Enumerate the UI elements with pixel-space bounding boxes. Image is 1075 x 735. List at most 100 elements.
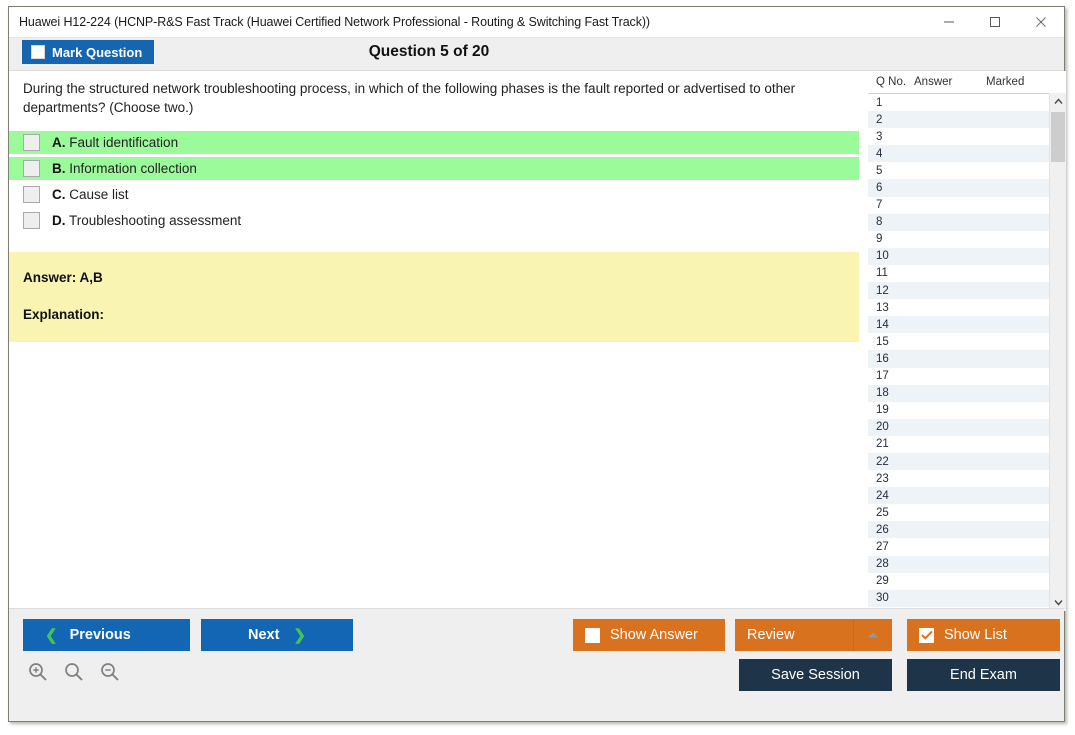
question-list-row[interactable]: 29: [868, 573, 1066, 590]
question-list-row[interactable]: 24: [868, 487, 1066, 505]
previous-button[interactable]: ❮ Previous: [23, 619, 190, 651]
question-list-row-number: 3: [876, 130, 883, 143]
scroll-up-button[interactable]: [1050, 93, 1066, 110]
question-list-row[interactable]: 16: [868, 350, 1066, 368]
chevron-up-icon: [1053, 98, 1063, 104]
question-list-row[interactable]: 2: [868, 111, 1066, 129]
scrollbar-thumb[interactable]: [1051, 112, 1065, 162]
option-a-text: Fault identification: [69, 135, 179, 151]
option-row-d[interactable]: D. Troubleshooting assessment: [9, 209, 859, 232]
option-b-letter: B.: [52, 161, 66, 177]
question-list-row-number: 2: [876, 113, 883, 126]
question-list-row-number: 30: [876, 592, 889, 605]
question-list-row[interactable]: 21: [868, 436, 1066, 453]
question-list-row-number: 14: [876, 318, 889, 331]
option-row-b[interactable]: B. Information collection: [9, 157, 859, 181]
zoom-reset-icon: [65, 663, 83, 681]
question-list-row[interactable]: 1: [868, 94, 1066, 111]
question-list-row[interactable]: 9: [868, 231, 1066, 248]
save-session-label: Save Session: [771, 667, 860, 683]
option-b-checkbox[interactable]: [23, 160, 40, 178]
question-list-row-number: 21: [876, 438, 889, 451]
question-list-row[interactable]: 25: [868, 504, 1066, 521]
caret-up-icon: [868, 632, 878, 638]
show-answer-checkbox-icon: [585, 627, 600, 643]
option-a-letter: A.: [52, 135, 66, 151]
option-a-checkbox[interactable]: [23, 134, 40, 152]
option-row-a[interactable]: A. Fault identification: [9, 131, 859, 155]
question-list-rows[interactable]: 1 2 3 4 5 6 7 8 9 10 11 12 13 14 15 16 17 18 19 20 21 22 23 24 2…: [868, 94, 1066, 612]
question-list-row-number: 17: [876, 370, 889, 383]
body-split: During the structured network troublesho…: [9, 71, 1066, 612]
question-list-row[interactable]: 20: [868, 418, 1066, 436]
review-dropdown-button[interactable]: Review: [735, 619, 892, 651]
question-list-row[interactable]: 5: [868, 162, 1066, 179]
question-list-row-number: 8: [876, 216, 883, 229]
question-list-row[interactable]: 26: [868, 521, 1066, 539]
question-list-row[interactable]: 10: [868, 247, 1066, 265]
show-list-button[interactable]: Show List: [907, 619, 1060, 651]
option-a-label: A. Fault identification: [52, 135, 178, 150]
show-answer-button[interactable]: Show Answer: [573, 619, 725, 651]
question-list-row[interactable]: 30: [868, 589, 1066, 607]
question-list-row[interactable]: 4: [868, 145, 1066, 163]
option-c-text: Cause list: [69, 187, 129, 203]
question-list-row[interactable]: 14: [868, 316, 1066, 334]
chevron-down-icon: [1053, 600, 1063, 606]
previous-label: Previous: [69, 627, 131, 643]
question-pane: During the structured network troublesho…: [9, 71, 859, 611]
minimize-button[interactable]: [926, 7, 972, 37]
question-list-row[interactable]: 27: [868, 538, 1066, 555]
option-row-c[interactable]: C. Cause list: [9, 183, 859, 206]
title-bar: Huawei H12-224 (HCNP-R&S Fast Track (Hua…: [9, 7, 1064, 38]
question-list-row[interactable]: 11: [868, 265, 1066, 282]
question-list-row-number: 29: [876, 575, 889, 588]
column-header-marked: Marked: [986, 76, 1025, 88]
next-button[interactable]: Next ❯: [201, 619, 353, 651]
question-list-row[interactable]: 18: [868, 384, 1066, 402]
option-c-label: C. Cause list: [52, 187, 129, 202]
question-list-row[interactable]: 6: [868, 179, 1066, 197]
question-list-row-number: 5: [876, 164, 883, 177]
question-list-row[interactable]: 12: [868, 282, 1066, 300]
show-answer-label: Show Answer: [610, 627, 698, 643]
option-b-text: Information collection: [69, 161, 197, 177]
zoom-in-icon: [29, 663, 47, 681]
zoom-in-button[interactable]: [25, 659, 51, 685]
question-list-row-number: 13: [876, 301, 889, 314]
option-c-checkbox[interactable]: [23, 186, 40, 204]
chevron-right-icon: ❯: [293, 626, 306, 644]
question-list-row-number: 12: [876, 284, 889, 297]
zoom-reset-button[interactable]: [61, 659, 87, 685]
question-list-scrollbar[interactable]: [1049, 93, 1066, 611]
zoom-out-button[interactable]: [97, 659, 123, 685]
application-window: Huawei H12-224 (HCNP-R&S Fast Track (Hua…: [8, 6, 1066, 722]
window-controls: [926, 7, 1064, 37]
checkmark-icon: [920, 630, 933, 640]
question-list-row[interactable]: 23: [868, 470, 1066, 487]
question-list-row[interactable]: 17: [868, 368, 1066, 385]
save-session-button[interactable]: Save Session: [739, 659, 892, 691]
review-dropdown-arrow[interactable]: [853, 619, 892, 651]
question-list-row[interactable]: 22: [868, 452, 1066, 471]
question-list-row[interactable]: 13: [868, 299, 1066, 316]
question-list-row-number: 16: [876, 352, 889, 365]
question-list-row[interactable]: 8: [868, 213, 1066, 231]
close-button[interactable]: [1018, 7, 1064, 37]
explanation-label: Explanation:: [23, 307, 105, 323]
zoom-controls: [25, 659, 123, 685]
end-exam-button[interactable]: End Exam: [907, 659, 1060, 691]
question-list-row-number: 18: [876, 387, 889, 400]
question-list-header: Q No. Answer Marked: [868, 71, 1066, 94]
close-icon: [1036, 17, 1046, 27]
maximize-button[interactable]: [972, 7, 1018, 37]
question-list-row[interactable]: 19: [868, 402, 1066, 419]
option-d-text: Troubleshooting assessment: [69, 213, 242, 229]
question-list-row[interactable]: 28: [868, 555, 1066, 573]
question-list-row[interactable]: 3: [868, 128, 1066, 145]
question-list-row-number: 24: [876, 489, 889, 502]
option-d-checkbox[interactable]: [23, 212, 40, 230]
question-list-row-number: 1: [876, 96, 883, 109]
question-list-row[interactable]: 15: [868, 333, 1066, 350]
question-list-row[interactable]: 7: [868, 197, 1066, 214]
